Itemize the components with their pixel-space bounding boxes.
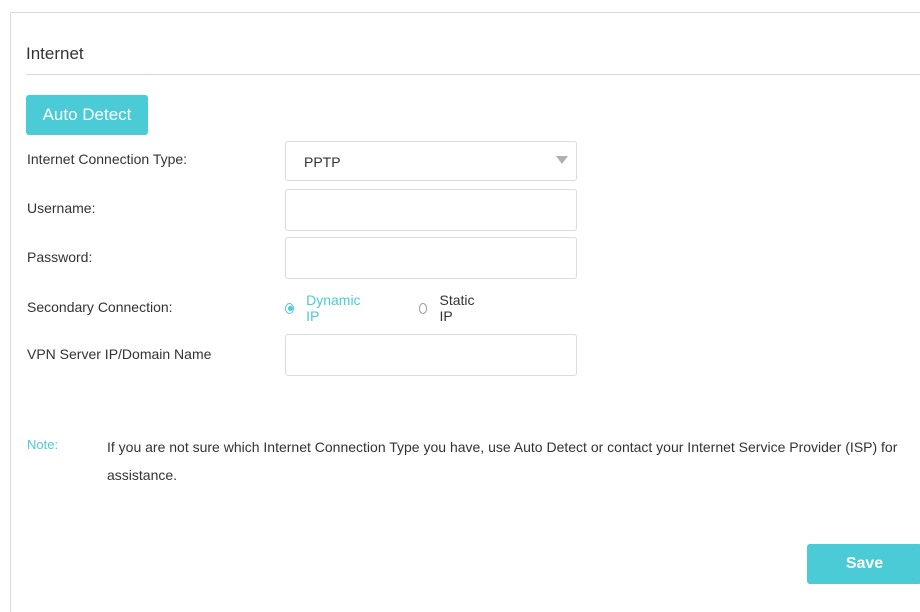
radio-unchecked-icon[interactable] xyxy=(419,302,428,314)
vpn-server-input[interactable] xyxy=(285,334,577,376)
radio-static-ip[interactable]: Static IP xyxy=(419,292,477,324)
section-title: Internet xyxy=(26,44,84,63)
connection-type-select[interactable]: PPTP xyxy=(285,141,577,181)
connection-type-value: PPTP xyxy=(304,154,341,170)
username-input[interactable] xyxy=(285,189,577,231)
password-input[interactable] xyxy=(285,237,577,279)
username-label: Username: xyxy=(27,200,96,216)
radio-static-ip-label: Static IP xyxy=(439,292,475,324)
radio-checked-icon[interactable] xyxy=(285,302,295,314)
note-text: If you are not sure which Internet Conne… xyxy=(107,439,898,483)
connection-type-label: Internet Connection Type: xyxy=(27,151,188,167)
secondary-connection-label: Secondary Connection: xyxy=(27,299,173,315)
save-button[interactable]: Save xyxy=(807,544,920,584)
auto-detect-button[interactable]: Auto Detect xyxy=(26,95,148,135)
vpn-server-label: VPN Server IP/Domain Name xyxy=(27,346,212,362)
radio-dynamic-ip[interactable]: Dynamic IP xyxy=(285,292,362,324)
note-label: Note: xyxy=(27,437,59,452)
title-divider xyxy=(26,74,920,75)
radio-dynamic-ip-label: Dynamic IP xyxy=(306,292,361,324)
password-label: Password: xyxy=(27,249,93,265)
chevron-down-icon xyxy=(556,156,568,164)
